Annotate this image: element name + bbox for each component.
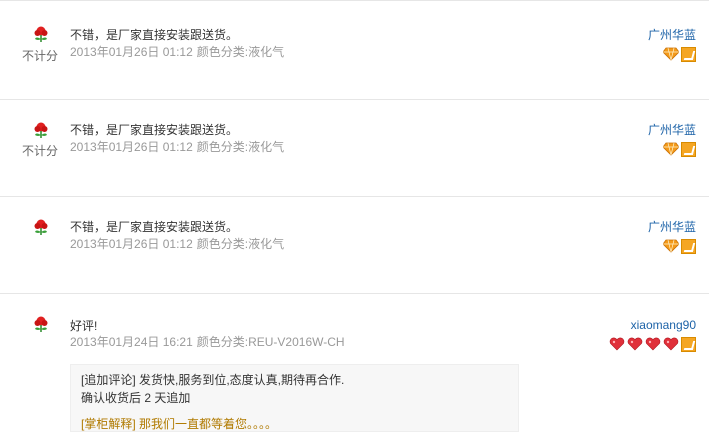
review-item: 不错，是厂家直接安装跟送货。 2013年01月26日 01:12 颜色分类:液化气… — [0, 197, 709, 294]
review-date: 2013年01月26日 01:12 — [70, 45, 193, 59]
flower-icon — [34, 26, 48, 42]
review-date: 2013年01月26日 01:12 — [70, 237, 193, 251]
review-category: 颜色分类:REU-V2016W-CH — [196, 335, 345, 349]
buyer-name-link[interactable]: 广州华蓝 — [648, 122, 696, 138]
heart-icon[interactable] — [627, 337, 643, 351]
review-category: 颜色分类:液化气 — [196, 45, 285, 59]
vip-icon[interactable] — [681, 238, 696, 254]
flower-icon — [34, 219, 48, 235]
flower-icon — [34, 122, 48, 138]
review-category: 颜色分类:液化气 — [196, 237, 285, 251]
review-item: 不计分 不错，是厂家直接安装跟送货。 2013年01月26日 01:12 颜色分类… — [0, 0, 709, 100]
append-label: [追加评论] — [81, 373, 136, 387]
vip-icon[interactable] — [681, 46, 696, 62]
append-comment-box: [追加评论] 发货快,服务到位,态度认真,期待再合作. 确认收货后 2 天追加 … — [70, 364, 519, 432]
diamond-icon[interactable] — [663, 142, 679, 156]
review-meta: 2013年01月26日 01:12 颜色分类:液化气 — [70, 139, 284, 155]
review-date: 2013年01月26日 01:12 — [70, 140, 193, 154]
diamond-icon[interactable] — [663, 47, 679, 61]
buyer-name-link[interactable]: 广州华蓝 — [648, 219, 696, 235]
review-date: 2013年01月24日 16:21 — [70, 335, 193, 349]
review-meta: 2013年01月26日 01:12 颜色分类:液化气 — [70, 236, 284, 252]
review-meta: 2013年01月26日 01:12 颜色分类:液化气 — [70, 44, 284, 60]
heart-icon[interactable] — [663, 337, 679, 351]
buyer-name-link[interactable]: 广州华蓝 — [648, 27, 696, 43]
buyer-badges — [663, 238, 696, 254]
diamond-icon[interactable] — [663, 239, 679, 253]
vip-icon[interactable] — [681, 141, 696, 157]
buyer-name-link[interactable]: xiaomang90 — [631, 317, 696, 333]
review-content: 不错，是厂家直接安装跟送货。 — [70, 220, 239, 234]
flower-icon — [34, 316, 48, 332]
review-item: 好评! 2013年01月24日 16:21 颜色分类:REU-V2016W-CH … — [0, 294, 709, 444]
review-content: 不错，是厂家直接安装跟送货。 — [70, 28, 239, 42]
seller-reply-line: [掌柜解释] 那我们一直都等着您。。。。 — [81, 415, 508, 433]
heart-icon[interactable] — [645, 337, 661, 351]
vip-icon[interactable] — [681, 336, 696, 352]
reply-text: 那我们一直都等着您。。。。 — [139, 417, 278, 431]
review-meta: 2013年01月24日 16:21 颜色分类:REU-V2016W-CH — [70, 334, 345, 350]
buyer-badges — [663, 141, 696, 157]
review-category: 颜色分类:液化气 — [196, 140, 285, 154]
append-comment-line: [追加评论] 发货快,服务到位,态度认真,期待再合作. — [81, 371, 508, 389]
review-list: 不计分 不错，是厂家直接安装跟送货。 2013年01月26日 01:12 颜色分类… — [0, 0, 709, 444]
append-confirm-text: 确认收货后 2 天追加 — [81, 391, 191, 405]
score-label: 不计分 — [22, 144, 59, 158]
buyer-badges — [609, 336, 696, 352]
buyer-badges — [663, 46, 696, 62]
score-label: 不计分 — [22, 49, 59, 63]
reply-label: [掌柜解释] — [81, 417, 136, 431]
append-text: 发货快,服务到位,态度认真,期待再合作. — [139, 373, 345, 387]
review-content: 好评! — [70, 319, 98, 333]
heart-icon[interactable] — [609, 337, 625, 351]
review-item: 不计分 不错，是厂家直接安装跟送货。 2013年01月26日 01:12 颜色分类… — [0, 100, 709, 197]
review-content: 不错，是厂家直接安装跟送货。 — [70, 123, 239, 137]
